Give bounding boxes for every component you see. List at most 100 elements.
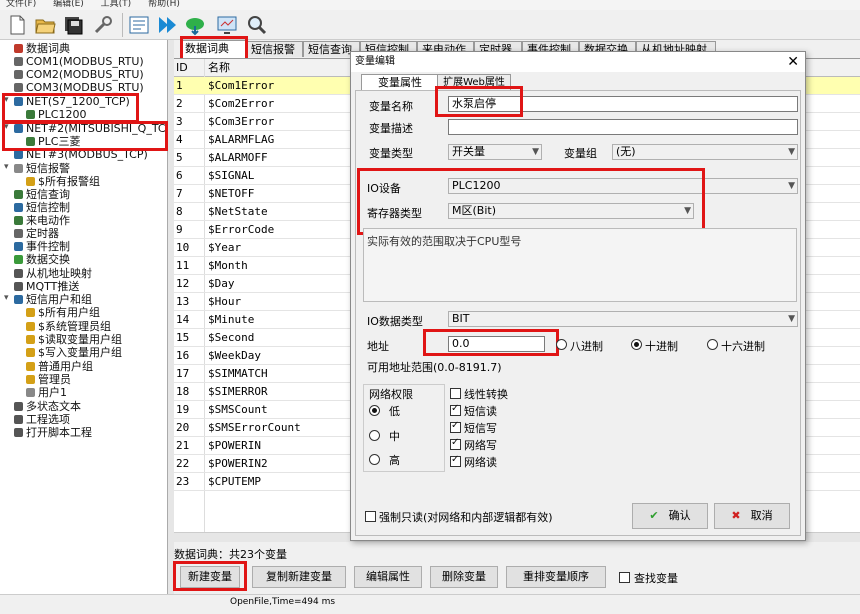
tree-item[interactable]: 工程选项 — [14, 413, 70, 426]
menu-help[interactable]: 帮助(H) — [148, 0, 180, 9]
linear-convert-label: 线性转换 — [464, 388, 508, 401]
exchange-icon — [14, 255, 23, 264]
group-select-value: (无) — [616, 145, 636, 158]
tree-item[interactable]: 数据交换 — [14, 253, 70, 266]
tree-expander-icon[interactable]: ▾ — [4, 293, 9, 303]
tree-item-label: 打开脚本工程 — [26, 426, 92, 439]
row-id: 20 — [176, 421, 190, 434]
sms-write-checkbox[interactable] — [450, 420, 461, 433]
radix-hex-radio[interactable] — [707, 339, 718, 350]
copy-new-variable-button[interactable]: 复制新建变量 — [252, 566, 346, 588]
run-icon[interactable] — [156, 14, 178, 36]
menu-tools[interactable]: 工具(T) — [101, 0, 132, 9]
tree-item[interactable]: 多状态文本 — [14, 400, 81, 413]
tree-item-label: 普通用户组 — [38, 360, 93, 373]
tree-item[interactable]: 管理员 — [26, 373, 71, 386]
row-id: 3 — [176, 115, 183, 128]
serial-port-icon — [14, 83, 23, 92]
sms-read-checkbox[interactable] — [450, 403, 461, 416]
tree-item[interactable]: $系统管理员组 — [26, 320, 111, 333]
user-icon — [26, 388, 35, 397]
group-icon — [26, 348, 35, 357]
save-all-icon[interactable] — [62, 14, 84, 36]
address-range: 可用地址范围(0.0-8191.7) — [367, 361, 502, 374]
row-id: 14 — [176, 313, 190, 326]
radix-octal-radio[interactable] — [556, 339, 567, 350]
new-file-icon[interactable] — [6, 14, 28, 36]
highlight-box-name — [435, 86, 523, 117]
permission-low-radio[interactable] — [369, 405, 380, 416]
tree-item[interactable]: 数据词典 — [14, 42, 70, 55]
type-select[interactable]: 开关量 ▼ — [448, 144, 542, 160]
tree-item[interactable]: 用户1 — [26, 386, 67, 399]
row-id: 7 — [176, 187, 183, 200]
menu-edit[interactable]: 编辑(E) — [53, 0, 84, 9]
tree-item[interactable]: 普通用户组 — [26, 360, 93, 373]
tree-item[interactable]: 从机地址映射 — [14, 267, 92, 280]
radix-decimal-radio[interactable] — [631, 339, 642, 350]
group-select[interactable]: (无) ▼ — [612, 144, 798, 160]
name-label: 变量名称 — [369, 100, 413, 113]
compile-icon[interactable] — [128, 14, 150, 36]
tree-item[interactable]: 短信控制 — [14, 201, 70, 214]
tree-item[interactable]: 事件控制 — [14, 240, 70, 253]
tab-variable-properties[interactable]: 变量属性 — [361, 74, 439, 90]
wrench-icon[interactable] — [92, 14, 114, 36]
sms-write-label: 短信写 — [464, 422, 497, 435]
group-icon — [26, 322, 35, 331]
highlight-box-address — [423, 329, 559, 356]
script-icon — [14, 428, 23, 437]
dialog-titlebar: 变量编辑 ✕ — [351, 52, 805, 72]
tree-item[interactable]: COM1(MODBUS_RTU) — [14, 55, 144, 68]
row-name: $Second — [208, 331, 255, 344]
row-id: 21 — [176, 439, 190, 452]
download-cloud-icon[interactable] — [184, 14, 206, 36]
tree-expander-icon[interactable]: ▾ — [4, 162, 9, 172]
row-name: $Year — [208, 241, 242, 254]
permission-mid-radio[interactable] — [369, 430, 380, 441]
tree-item[interactable]: MQTT推送 — [14, 280, 79, 293]
variable-edit-dialog: 变量编辑 ✕ 变量属性 扩展Web属性 变量名称 水泵启停 变量描述 变量类型 … — [350, 51, 806, 541]
permission-high-radio[interactable] — [369, 454, 380, 465]
row-name: $Com2Error — [208, 97, 275, 110]
net-read-checkbox[interactable] — [450, 454, 461, 467]
io-data-type-select[interactable]: BIT ▼ — [448, 311, 798, 327]
find-variable-checkbox[interactable] — [619, 572, 630, 583]
cancel-button[interactable]: ✖ 取消 — [714, 503, 790, 529]
tree-item[interactable]: $写入变量用户组 — [26, 346, 122, 359]
tab[interactable]: 短信报警 — [246, 41, 303, 57]
search-icon[interactable] — [246, 14, 268, 36]
chevron-down-icon: ▼ — [788, 147, 795, 157]
tree-item[interactable]: $读取变量用户组 — [26, 333, 122, 346]
row-name: $SIMERROR — [208, 385, 268, 398]
row-name: $CPUTEMP — [208, 475, 261, 488]
row-id: 6 — [176, 169, 183, 182]
tree-item[interactable]: $所有报警组 — [26, 175, 100, 188]
force-readonly-checkbox[interactable] — [365, 511, 376, 522]
permission-high-label: 高 — [389, 454, 400, 467]
edit-properties-button[interactable]: 编辑属性 — [354, 566, 422, 588]
monitor-icon[interactable] — [216, 14, 238, 36]
tree-item[interactable]: 短信查询 — [14, 188, 70, 201]
row-name: $SIMMATCH — [208, 367, 268, 380]
tree-item-label: $写入变量用户组 — [38, 346, 122, 359]
tree-item[interactable]: 短信用户和组 — [14, 293, 92, 306]
net-write-checkbox[interactable] — [450, 437, 461, 450]
tree-item[interactable]: 来电动作 — [14, 214, 70, 227]
ok-button[interactable]: ✔ 确认 — [632, 503, 708, 529]
tree-item[interactable]: 定时器 — [14, 227, 59, 240]
tree-item-label: COM2(MODBUS_RTU) — [26, 68, 144, 81]
tree-item[interactable]: 打开脚本工程 — [14, 426, 92, 439]
close-icon[interactable]: ✕ — [787, 52, 799, 72]
menu-file[interactable]: 文件(F) — [6, 0, 36, 9]
group-icon — [26, 177, 35, 186]
tree-item[interactable]: 短信报警 — [14, 162, 70, 175]
tree-item[interactable]: COM2(MODBUS_RTU) — [14, 68, 144, 81]
cancel-button-label: 取消 — [750, 509, 773, 522]
open-folder-icon[interactable] — [34, 14, 56, 36]
description-field[interactable] — [448, 119, 798, 135]
delete-variable-button[interactable]: 删除变量 — [430, 566, 498, 588]
linear-convert-checkbox[interactable] — [450, 388, 461, 399]
reorder-variables-button[interactable]: 重排变量顺序 — [506, 566, 606, 588]
tree-item[interactable]: $所有用户组 — [26, 306, 100, 319]
